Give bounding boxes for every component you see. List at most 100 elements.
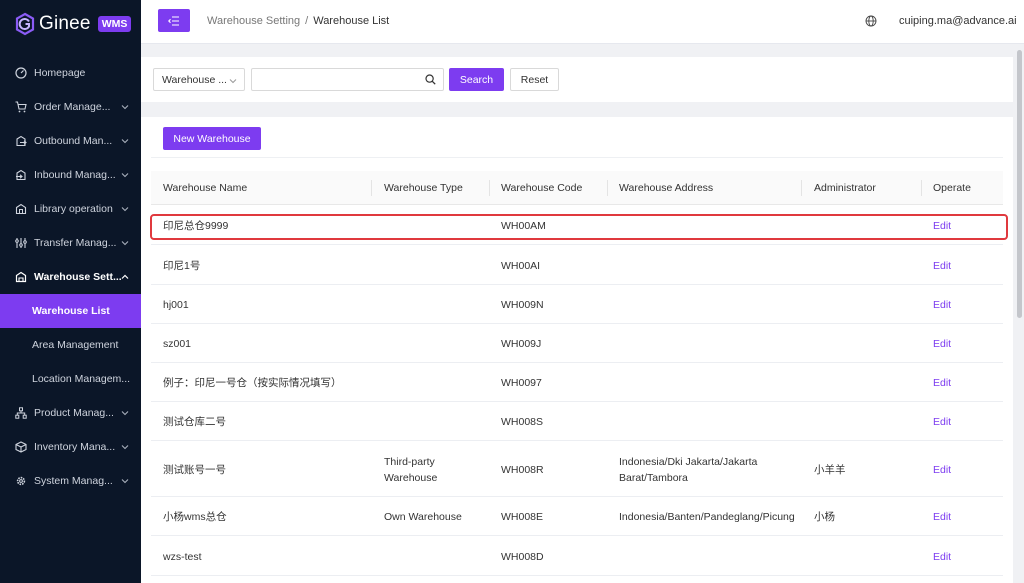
inbound-icon [16,169,26,181]
cell-name: 例子：印尼一号仓（按实际情况填写） [163,377,342,389]
chevron-down-icon [121,241,129,246]
globe-icon[interactable] [865,15,877,27]
chevron-down-icon [121,411,129,416]
search-field-select[interactable]: Warehouse ... [153,68,245,91]
sidebar-item-homepage[interactable]: Homepage [0,56,141,90]
select-value: Warehouse ... [162,74,227,86]
sidebar-item-inventory[interactable]: Inventory Mana... [0,430,141,464]
sidebar-item-outbound[interactable]: Outbound Man... [0,124,141,158]
logo[interactable]: Ginee WMS [0,0,141,48]
sidebar-subitem-warehouse-list[interactable]: Warehouse List [0,294,141,328]
edit-link[interactable]: Edit [933,375,951,391]
edit-link[interactable]: Edit [933,549,951,565]
scrollbar-thumb[interactable] [1017,50,1022,318]
search-button[interactable]: Search [449,68,504,91]
table-row: sz001 WH009J Edit [151,324,1003,363]
transfer-icon [15,238,27,248]
sidebar-subitem-label: Location Managem... [32,373,131,385]
edit-link[interactable]: Edit [933,258,951,274]
table-row: 印尼1号 WH00AI Edit [151,246,1003,285]
cell-name: 印尼1号 [163,260,201,272]
sidebar-subitem-location-management[interactable]: Location Managem... [0,362,141,396]
chevron-down-icon [121,445,129,450]
cell-name: sz001 [163,338,192,350]
cell-address: Indonesia/Dki Jakarta/Jakarta [619,456,758,468]
sidebar-item-product[interactable]: Product Manag... [0,396,141,430]
table-row: wzs-test WH008D Edit [151,537,1003,576]
chevron-down-icon [229,79,237,84]
cell-code: WH008D [501,551,544,563]
search-icon[interactable] [425,74,436,85]
cell-name: hj001 [163,299,189,311]
cell-name: 测试仓库二号 [163,416,226,428]
table-row: hj001 WH009N Edit [151,285,1003,324]
sidebar-item-order[interactable]: Order Manage... [0,90,141,124]
sidebar-item-transfer[interactable]: Transfer Manag... [0,226,141,260]
sidebar-item-label: Inbound Manag... [34,169,116,181]
column-header-type: Warehouse Type [384,182,463,194]
menu-toggle-button[interactable] [158,9,190,32]
table-row: 例子：印尼一号仓（按实际情况填写） WH0097 Edit [151,363,1003,402]
sidebar-item-label: Product Manag... [34,407,114,419]
table-row: 小杨wms总仓 Own Warehouse WH008E Indonesia/B… [151,497,1003,536]
cart-icon [15,101,27,113]
sidebar-subitem-label: Area Management [32,339,119,351]
edit-link[interactable]: Edit [933,509,951,525]
sidebar-item-label: System Manag... [34,475,113,487]
cell-type: Own Warehouse [384,511,462,523]
brand-name: Ginee [39,13,91,34]
cell-code: WH0097 [501,377,542,389]
warehouse-icon [15,271,27,283]
cell-code: WH008S [501,416,544,428]
sidebar-item-label: Library operation [34,203,113,215]
column-divider [489,180,490,196]
edit-link[interactable]: Edit [933,414,951,430]
dashboard-icon [15,67,27,79]
filter-panel: Warehouse ... Search Reset [141,57,1013,102]
library-icon [15,203,27,215]
search-input[interactable] [251,68,444,91]
cell-name: 小杨wms总仓 [163,511,227,523]
menu-fold-icon [168,15,179,26]
new-warehouse-button[interactable]: New Warehouse [163,127,261,150]
column-header-administrator: Administrator [814,182,876,194]
sidebar: Ginee WMS Homepage Order Manage... Outbo… [0,0,141,583]
outbound-icon [16,135,27,147]
column-divider [801,180,802,196]
user-account[interactable]: cuiping.ma@advance.ai [899,15,1017,27]
chevron-down-icon [121,207,129,212]
product-icon [15,407,27,419]
sidebar-item-label: Transfer Manag... [34,237,117,249]
cell-type: Third-party [384,456,435,468]
cell-administrator: 小羊羊 [814,464,846,476]
column-divider [921,180,922,196]
table-row: 测试仓库二号 WH008S Edit [151,402,1003,441]
cell-type: Warehouse [384,472,438,484]
edit-link[interactable]: Edit [933,336,951,352]
cell-code: WH009J [501,338,542,350]
sidebar-item-label: Warehouse Sett... [34,271,122,283]
cell-address: Indonesia/Banten/Pandeglang/Picung [619,511,795,523]
sidebar-item-label: Homepage [34,67,86,79]
inventory-icon [15,441,27,453]
cell-name: wzs-test [163,551,202,563]
sidebar-subitem-area-management[interactable]: Area Management [0,328,141,362]
column-header-name: Warehouse Name [163,182,248,194]
edit-link[interactable]: Edit [933,297,951,313]
breadcrumb-parent[interactable]: Warehouse Setting [207,15,300,27]
cell-name: 测试账号一号 [163,464,226,476]
chevron-down-icon [121,105,129,110]
top-bar: Warehouse Setting / Warehouse List cuiping… [141,0,1024,44]
chevron-down-icon [121,173,129,178]
sidebar-item-library[interactable]: Library operation [0,192,141,226]
breadcrumb: Warehouse Setting / Warehouse List [207,15,389,27]
sidebar-item-warehouse-setting[interactable]: Warehouse Sett... [0,260,141,294]
sidebar-item-system[interactable]: System Manag... [0,464,141,498]
column-divider [607,180,608,196]
cell-code: WH008R [501,464,544,476]
gear-icon [16,476,26,486]
sidebar-item-inbound[interactable]: Inbound Manag... [0,158,141,192]
reset-button[interactable]: Reset [510,68,559,91]
ginee-logo-icon [15,12,35,36]
edit-link[interactable]: Edit [933,462,951,478]
